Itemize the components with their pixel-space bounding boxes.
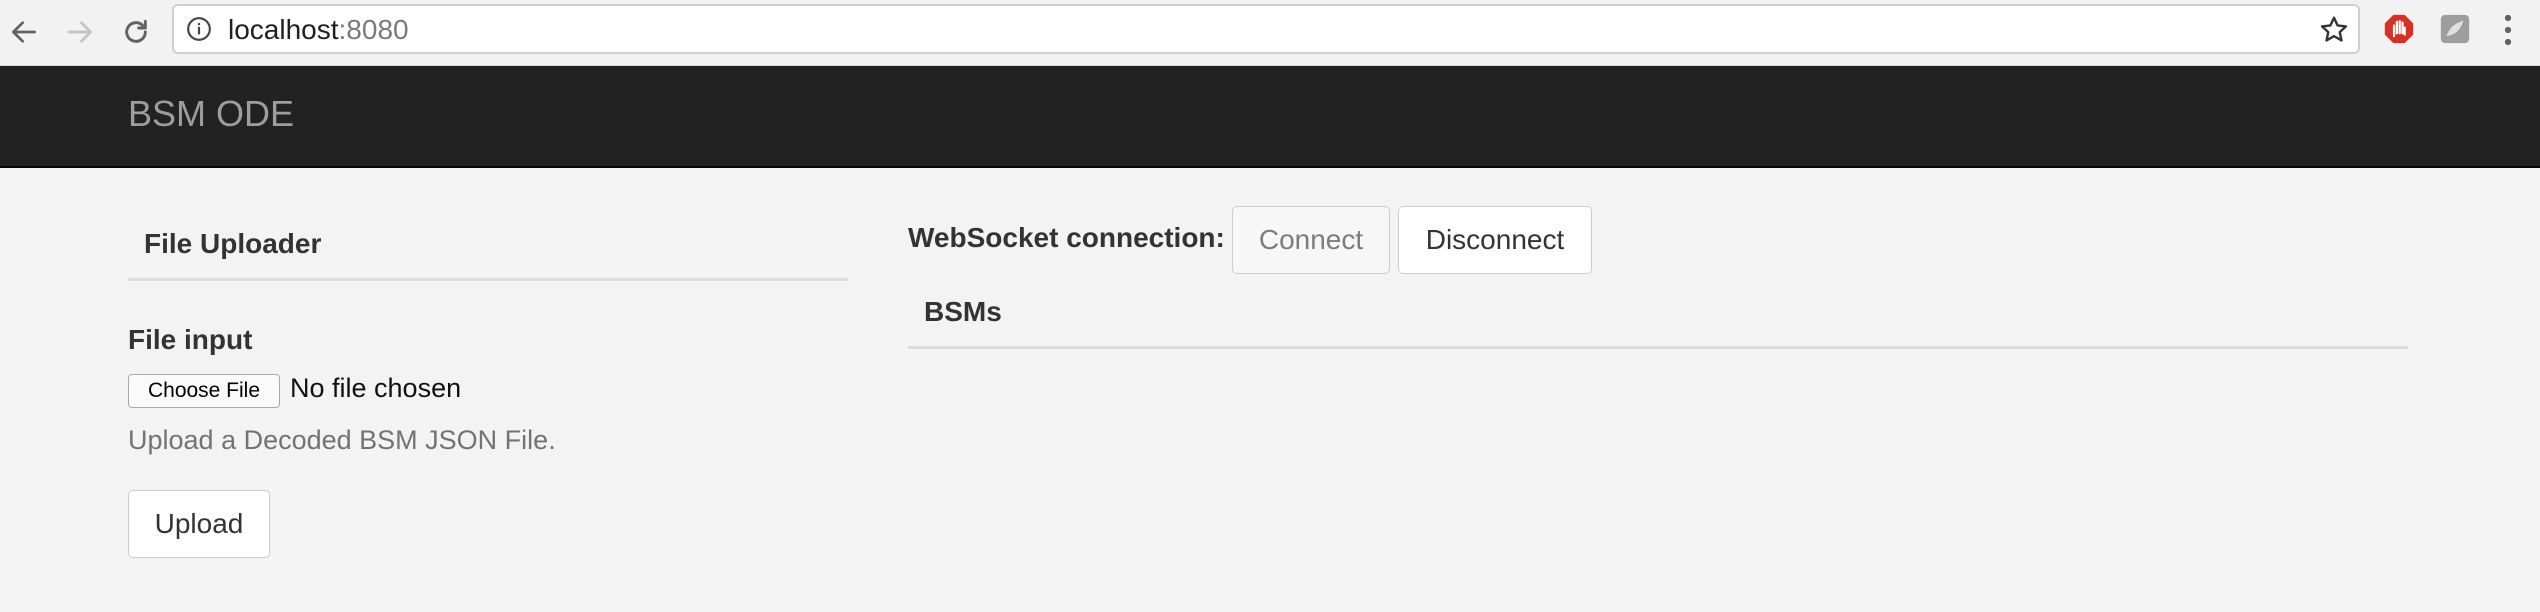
url-text[interactable]: localhost:8080 bbox=[228, 15, 409, 45]
url-port: :8080 bbox=[338, 14, 409, 45]
bsms-divider bbox=[908, 346, 2408, 349]
reload-icon bbox=[125, 19, 147, 43]
choose-file-button[interactable]: Choose File bbox=[128, 374, 280, 408]
browser-toolbar: localhost:8080 bbox=[0, 0, 2540, 66]
address-bar[interactable]: localhost:8080 bbox=[172, 4, 2360, 54]
stop-hand-icon[interactable] bbox=[2382, 12, 2416, 46]
file-input-label: File input bbox=[128, 324, 253, 355]
websocket-connection-label: WebSocket connection: bbox=[908, 222, 1225, 253]
disconnect-button[interactable]: Disconnect bbox=[1398, 206, 1592, 274]
arrow-right-icon bbox=[68, 21, 92, 43]
upload-help-text: Upload a Decoded BSM JSON File. bbox=[128, 425, 556, 455]
connect-button[interactable]: Connect bbox=[1232, 206, 1390, 274]
app-navbar: BSM ODE bbox=[0, 66, 2540, 168]
file-uploader-heading: File Uploader bbox=[144, 228, 322, 259]
reload-button[interactable] bbox=[114, 10, 158, 54]
upload-button[interactable]: Upload bbox=[128, 490, 270, 558]
kebab-menu-icon[interactable] bbox=[2498, 12, 2518, 48]
star-icon[interactable] bbox=[2318, 14, 2350, 46]
file-uploader-divider bbox=[128, 278, 848, 281]
bsms-heading: BSMs bbox=[924, 296, 1002, 327]
file-status-text: No file chosen bbox=[290, 373, 462, 403]
brand-title[interactable]: BSM ODE bbox=[128, 94, 294, 134]
url-host: localhost bbox=[228, 14, 339, 45]
back-button[interactable] bbox=[2, 10, 46, 54]
bsms-list bbox=[908, 352, 2408, 592]
extension-icon[interactable] bbox=[2438, 12, 2472, 46]
arrow-left-icon bbox=[11, 21, 36, 43]
info-icon[interactable] bbox=[186, 16, 212, 42]
forward-button[interactable] bbox=[58, 10, 102, 54]
